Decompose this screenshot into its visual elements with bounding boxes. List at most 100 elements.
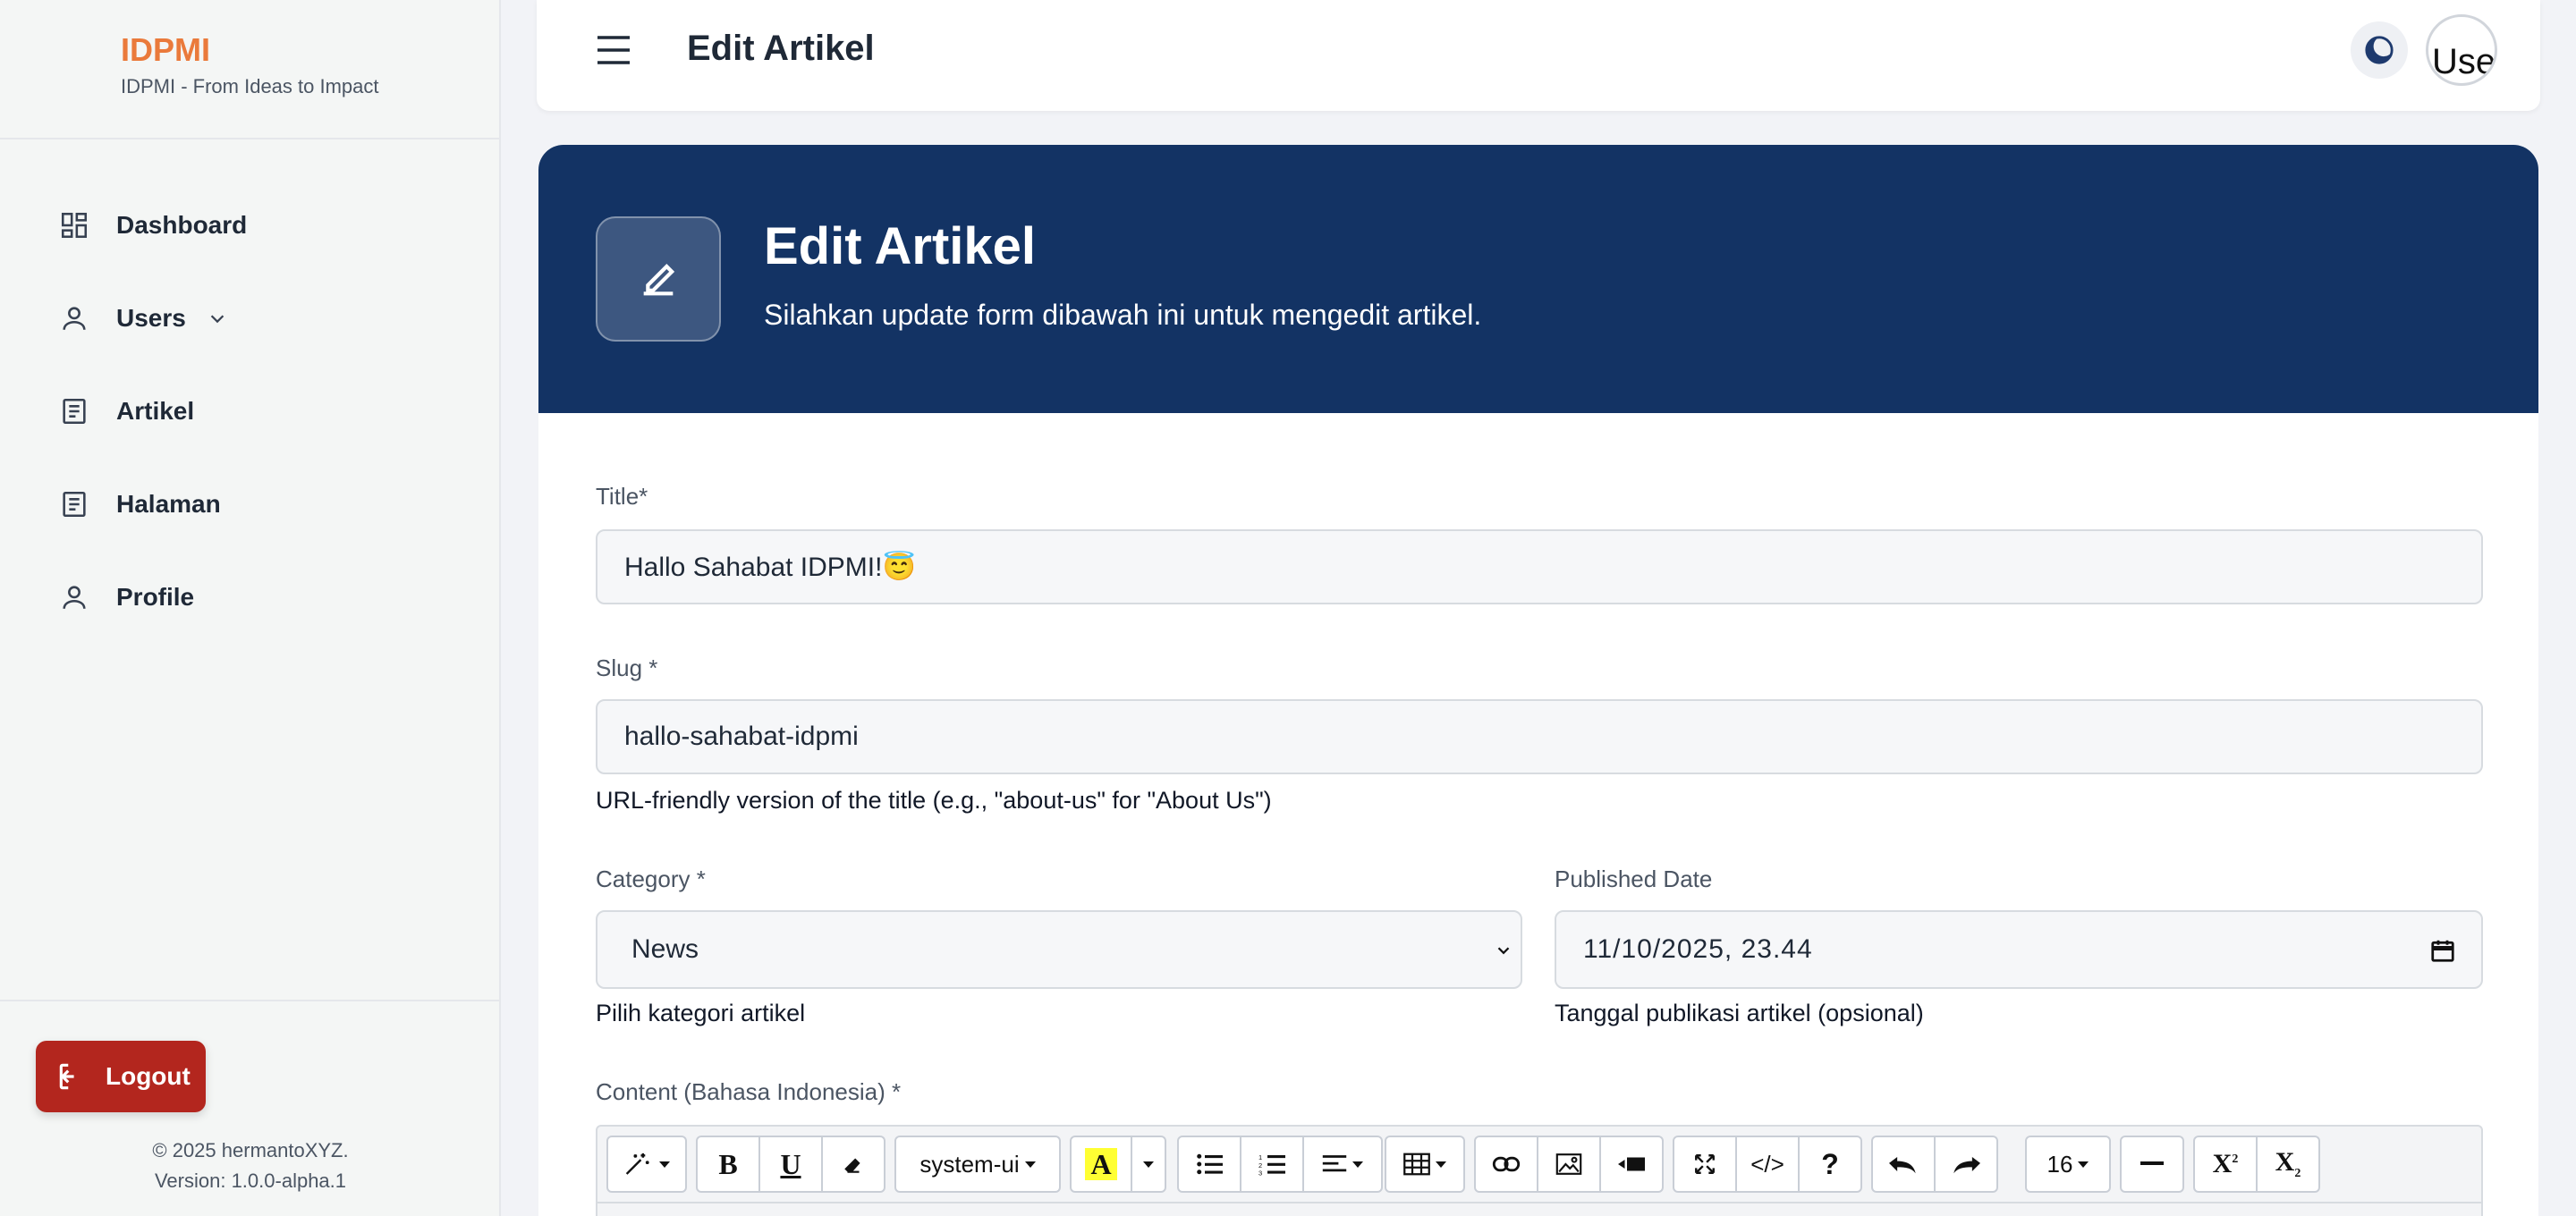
editor-toolbar: B U system-ui A 1 2 3 </> ? 16 X2 X2 — [597, 1127, 2481, 1203]
avatar-alt-text: Use — [2432, 42, 2496, 81]
clear-format-button[interactable] — [821, 1136, 886, 1193]
category-select[interactable]: News — [596, 910, 1522, 989]
font-family-value: system-ui — [919, 1150, 1020, 1178]
calendar-icon[interactable] — [2429, 937, 2456, 964]
logout-button[interactable]: Logout — [36, 1041, 206, 1112]
underline-button[interactable]: U — [758, 1136, 823, 1193]
avatar[interactable]: Use — [2426, 14, 2497, 86]
user-icon — [63, 586, 86, 609]
hero-banner: Edit Artikel Silahkan update form dibawa… — [538, 145, 2538, 413]
sidebar: IDPMI IDPMI - From Ideas to Impact Dashb… — [0, 0, 501, 1216]
link-button[interactable] — [1474, 1136, 1538, 1193]
document-icon — [63, 398, 86, 425]
subscript-icon: X2 — [2275, 1147, 2301, 1180]
edit-article-card: Edit Artikel Silahkan update form dibawa… — [538, 145, 2538, 1216]
moon-icon — [2365, 36, 2394, 64]
font-size-value: 16 — [2046, 1150, 2073, 1178]
video-button[interactable] — [1599, 1136, 1664, 1193]
rich-text-editor[interactable]: B U system-ui A 1 2 3 </> ? 16 X2 X2 — [596, 1125, 2483, 1216]
brand: IDPMI IDPMI - From Ideas to Impact — [0, 0, 499, 139]
svg-text:1: 1 — [1258, 1153, 1262, 1161]
date-hint: Tanggal publikasi artikel (opsional) — [1555, 1000, 1924, 1026]
font-family-select[interactable]: system-ui — [894, 1136, 1061, 1193]
numbered-list-button[interactable]: 123 — [1240, 1136, 1304, 1193]
page-title: Edit Artikel — [687, 29, 875, 68]
horizontal-rule-icon — [2140, 1161, 2164, 1165]
svg-text:2: 2 — [1258, 1161, 1262, 1170]
align-button[interactable] — [1302, 1136, 1383, 1193]
sidebar-item-users[interactable]: Users — [0, 283, 501, 354]
align-icon — [1322, 1155, 1347, 1172]
user-icon — [63, 307, 86, 330]
fullscreen-button[interactable] — [1673, 1136, 1737, 1193]
category-hint: Pilih kategori artikel — [596, 1000, 806, 1026]
caret-down-icon — [1143, 1161, 1154, 1168]
underline-icon: U — [780, 1147, 801, 1180]
highlight-button[interactable]: A — [1070, 1136, 1132, 1193]
bullet-list-icon — [1197, 1153, 1223, 1175]
sidebar-item-label: Users — [116, 304, 186, 332]
category-selected-value: News — [631, 934, 699, 964]
slug-input[interactable]: hallo-sahabat-idpmi — [596, 699, 2483, 774]
code-view-button[interactable]: </> — [1735, 1136, 1800, 1193]
eraser-icon — [844, 1158, 860, 1173]
date-label: Published Date — [1555, 866, 1713, 892]
numbered-list-icon: 123 — [1258, 1153, 1285, 1176]
bullet-list-button[interactable] — [1177, 1136, 1241, 1193]
chevron-down-icon — [1497, 947, 1510, 955]
image-button[interactable] — [1537, 1136, 1601, 1193]
logout-label: Logout — [106, 1062, 191, 1090]
sidebar-item-profile[interactable]: Profile — [0, 562, 501, 633]
redo-icon — [1953, 1157, 1980, 1174]
content-label: Content (Bahasa Indonesia) * — [596, 1078, 902, 1105]
image-icon — [1555, 1153, 1582, 1175]
hero-title: Edit Artikel — [764, 217, 1037, 275]
sidebar-item-label: Profile — [116, 583, 195, 611]
hero-subtitle: Silahkan update form dibawah ini untuk m… — [764, 299, 1482, 331]
brand-name[interactable]: IDPMI — [121, 32, 499, 68]
date-value: 11/10/2025, 23.44 — [1583, 934, 1813, 964]
magic-icon — [625, 1153, 649, 1175]
logout-icon — [59, 1063, 74, 1090]
edit-icon — [596, 216, 721, 342]
published-date-input[interactable]: 11/10/2025, 23.44 — [1555, 910, 2483, 989]
link-icon — [1492, 1156, 1521, 1172]
help-icon: ? — [1821, 1147, 1839, 1180]
font-size-select[interactable]: 16 — [2025, 1136, 2111, 1193]
theme-toggle-button[interactable] — [2351, 21, 2408, 79]
sidebar-footer: Logout © 2025 hermantoXYZ. Version: 1.0.… — [0, 1000, 501, 1216]
svg-text:3: 3 — [1258, 1170, 1262, 1177]
table-button[interactable] — [1385, 1136, 1465, 1193]
sidebar-item-label: Artikel — [116, 397, 195, 425]
chevron-down-icon[interactable] — [208, 308, 227, 328]
top-header: Edit Artikel Use — [537, 0, 2540, 111]
horizontal-rule-button[interactable] — [2120, 1136, 2184, 1193]
undo-button[interactable] — [1871, 1136, 1936, 1193]
sidebar-item-halaman[interactable]: Halaman — [0, 469, 501, 540]
copyright-text: © 2025 hermantoXYZ. — [152, 1139, 349, 1161]
table-icon — [1403, 1153, 1430, 1176]
bold-button[interactable]: B — [696, 1136, 760, 1193]
title-input[interactable]: Hallo Sahabat IDPMI!😇 — [596, 529, 2483, 604]
title-label: Title* — [596, 483, 648, 510]
video-icon — [1618, 1157, 1645, 1171]
superscript-icon: X2 — [2212, 1149, 2239, 1178]
undo-icon — [1889, 1157, 1916, 1174]
version-text: Version: 1.0.0-alpha.1 — [154, 1170, 347, 1192]
subscript-button[interactable]: X2 — [2256, 1136, 2320, 1193]
sidebar-item-artikel[interactable]: Artikel — [0, 376, 501, 447]
fullscreen-icon — [1695, 1154, 1715, 1174]
help-button[interactable]: ? — [1798, 1136, 1862, 1193]
sidebar-item-dashboard[interactable]: Dashboard — [0, 190, 501, 261]
highlight-icon: A — [1085, 1148, 1117, 1180]
redo-button[interactable] — [1934, 1136, 1998, 1193]
superscript-button[interactable]: X2 — [2193, 1136, 2258, 1193]
sidebar-item-label: Dashboard — [116, 211, 248, 239]
dashboard-icon — [61, 212, 88, 239]
bold-icon: B — [718, 1147, 738, 1180]
hamburger-menu-icon[interactable] — [596, 34, 631, 66]
magic-button[interactable] — [606, 1136, 687, 1193]
highlight-dropdown-button[interactable] — [1131, 1136, 1166, 1193]
slug-label: Slug * — [596, 654, 658, 681]
brand-tagline: IDPMI - From Ideas to Impact — [121, 75, 379, 97]
